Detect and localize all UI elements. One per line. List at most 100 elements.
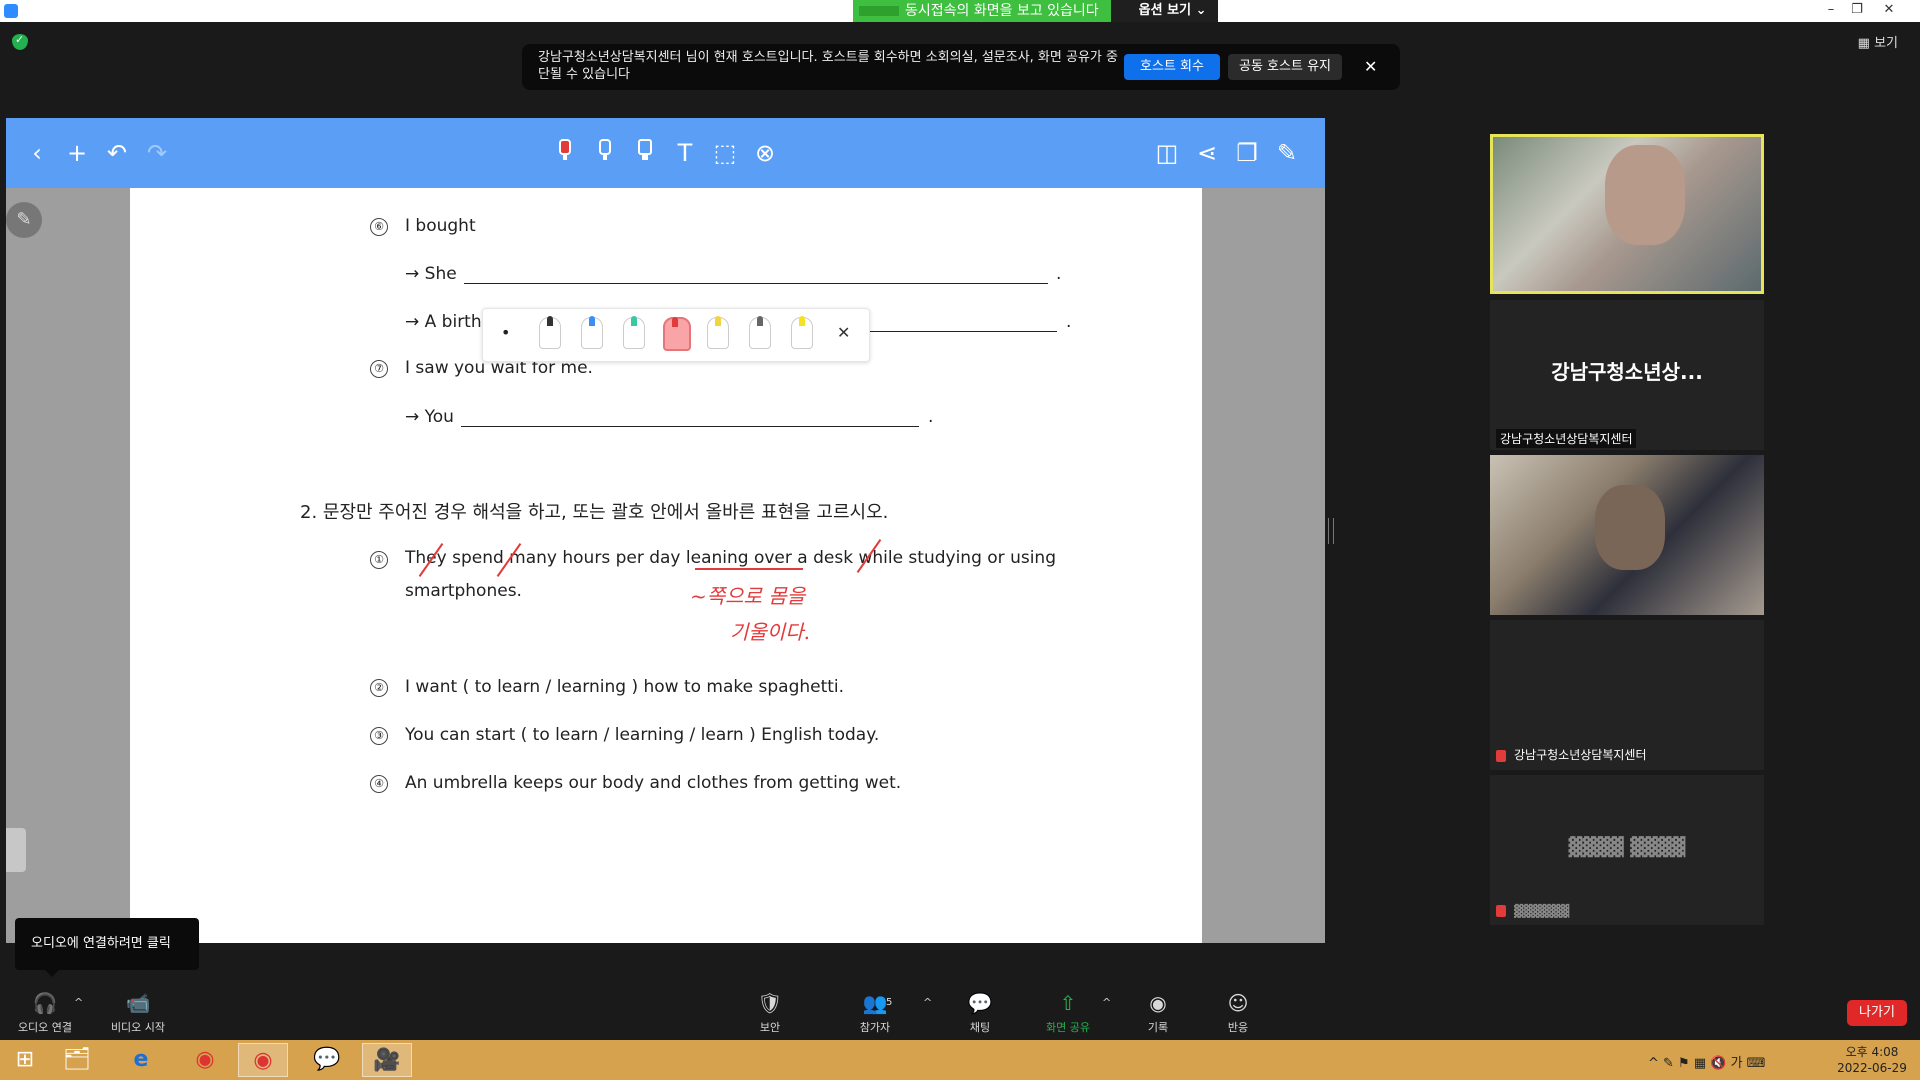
restore-icon[interactable]: ❐ (1844, 0, 1870, 22)
participants-label: 참가자 (859, 1021, 891, 1034)
copy-icon[interactable]: ❐ (1232, 138, 1262, 168)
participant-video (1490, 455, 1764, 615)
start-button[interactable]: ⊞ (0, 1043, 50, 1077)
annotation-underline (695, 568, 803, 570)
system-clock[interactable]: 오후 4:08 2022-06-29 (1832, 1044, 1912, 1076)
share-icon[interactable]: ⋖ (1192, 138, 1222, 168)
security-button[interactable]: 🛡 보안 (725, 990, 815, 1035)
security-label: 보안 (759, 1021, 781, 1034)
participants-count: 5 (886, 997, 893, 1008)
participant-label: 강남구청소년상담복지센터 (1496, 429, 1637, 448)
participant-face (1595, 485, 1665, 570)
reactions-button[interactable]: ☺ 반응 (1193, 990, 1283, 1035)
participants-options-caret[interactable]: ^ (923, 996, 932, 1009)
share-options-caret[interactable]: ^ (1102, 996, 1111, 1009)
participant-tile[interactable]: 강남구청소년상... 강남구청소년상담복지센터 (1490, 300, 1764, 450)
question-text: I bought (405, 216, 476, 236)
question-number: ② (370, 679, 388, 697)
floating-pen-button[interactable]: ✎ (6, 188, 46, 238)
participant-tile[interactable] (1490, 455, 1764, 615)
share-screen-icon: ⇧ (1059, 991, 1077, 1015)
system-tray[interactable]: ^ ✎ ⚑ ▦ 🔇 가 ⌨ (1648, 1052, 1765, 1071)
question-text-cont: smartphones. (405, 581, 522, 601)
shared-screen: ‹ + ↶ ↷ T ⬚ ⊗ ◫ ⋖ ❐ ✎ ✎ ⑥ I bought → She… (6, 118, 1325, 943)
pen-color-yellow[interactable] (707, 316, 729, 349)
minimize-icon[interactable]: – (1818, 0, 1844, 22)
host-notice-bar: 강남구청소년상담복지센터 님이 현재 호스트입니다. 호스트를 회수하면 소회의… (522, 44, 1400, 90)
record-button[interactable]: ◉ 기록 (1113, 990, 1203, 1035)
pen-color-blue[interactable] (581, 316, 603, 349)
close-icon[interactable]: ✕ (1364, 54, 1377, 80)
reclaim-host-button[interactable]: 호스트 회수 (1124, 54, 1220, 80)
emoji-icon: ☺ (1227, 991, 1249, 1015)
participants-icon: 👥 5 (862, 991, 893, 1015)
eraser-tool-icon[interactable]: ⊗ (750, 138, 780, 168)
participant-label: ▓▓▓▓▓▓ (1514, 904, 1570, 918)
close-window-icon[interactable]: ✕ (1876, 0, 1902, 22)
security-shield-icon[interactable] (12, 33, 28, 50)
back-icon[interactable]: ‹ (22, 138, 52, 168)
participant-video (1493, 137, 1761, 291)
pen-color-red-selected[interactable] (663, 317, 691, 351)
participant-display-name: 강남구청소년상... (1551, 360, 1703, 384)
view-button[interactable]: ▦ 보기 (1858, 32, 1898, 51)
undo-icon[interactable]: ↶ (102, 138, 132, 168)
internet-explorer-icon[interactable]: e (116, 1043, 166, 1077)
marker-tool-icon[interactable] (590, 138, 620, 168)
pen-color-gray[interactable] (749, 316, 771, 349)
leave-button[interactable]: 나가기 (1847, 1000, 1907, 1026)
participants-button[interactable]: 👥 5 참가자 (830, 990, 920, 1035)
keep-cohost-button[interactable]: 공동 호스트 유지 (1228, 54, 1342, 80)
mic-muted-icon (1496, 905, 1506, 917)
question-number: ③ (370, 727, 388, 745)
period: . (1056, 264, 1062, 284)
highlighter-tool-icon[interactable] (630, 138, 660, 168)
redo-icon[interactable]: ↷ (142, 138, 172, 168)
answer-prompt: → She (405, 264, 457, 284)
share-screen-button[interactable]: ⇧ 화면 공유 (1023, 990, 1113, 1035)
share-label: 화면 공유 (1046, 1021, 1090, 1034)
pen-tool-icon[interactable] (550, 138, 580, 168)
question-number: ⑥ (370, 218, 388, 236)
audio-connect-tooltip[interactable]: 오디오에 연결하려면 클릭 (15, 918, 199, 977)
select-tool-icon[interactable]: ⬚ (710, 138, 740, 168)
participant-tile[interactable]: 강남구청소년상담복지센터 (1490, 620, 1764, 770)
pen-color-green[interactable] (623, 316, 645, 349)
chrome-icon[interactable]: ◉ (238, 1043, 288, 1077)
question-number: ① (370, 551, 388, 569)
shapes-icon[interactable]: ◫ (1152, 138, 1182, 168)
pen-color-bright-yellow[interactable] (791, 316, 813, 349)
close-palette-icon[interactable]: ✕ (837, 323, 850, 342)
zoom-app-icon (4, 4, 18, 18)
reactions-label: 반응 (1227, 1021, 1249, 1034)
view-label: 보기 (1874, 36, 1898, 51)
audio-options-caret[interactable]: ^ (74, 996, 83, 1009)
participant-tile-active-speaker[interactable] (1490, 134, 1764, 294)
chat-bubble-icon: 💬 (967, 991, 993, 1015)
edit-settings-icon[interactable]: ✎ (1272, 138, 1302, 168)
chat-button[interactable]: 💬 채팅 (935, 990, 1025, 1035)
pen-color-black[interactable] (539, 316, 561, 349)
participant-tile[interactable]: ▓▓▓▓ ▓▓▓▓ ▓▓▓▓▓▓ (1490, 775, 1764, 925)
question-text: I want ( to learn / learning ) how to ma… (405, 677, 845, 697)
panel-resize-handle[interactable] (1328, 518, 1334, 544)
side-panel-toggle[interactable] (6, 828, 26, 872)
question-number: ④ (370, 775, 388, 793)
participant-display-name: ▓▓▓▓ ▓▓▓▓ (1568, 837, 1686, 858)
viewing-share-banner: 동시접속의 화면을 보고 있습니다 옵션 보기 ⌄ (853, 0, 1219, 22)
start-video-button[interactable]: 📹 비디오 시작 (93, 990, 183, 1035)
participant-label: 강남구청소년상담복지센터 (1514, 748, 1647, 762)
text-tool-icon[interactable]: T (670, 138, 700, 168)
messenger-icon[interactable]: 💬 (302, 1043, 352, 1077)
zoom-taskbar-icon[interactable]: 🎥 (362, 1043, 412, 1077)
chrome-icon[interactable]: ◉ (180, 1043, 230, 1077)
handwritten-note: 기울이다. (730, 620, 810, 644)
share-banner-status: 동시접속의 화면을 보고 있습니다 (853, 0, 1111, 22)
host-notice-message: 강남구청소년상담복지센터 님이 현재 호스트입니다. 호스트를 회수하면 소회의… (538, 50, 1118, 82)
signal-icon (859, 6, 899, 16)
view-options-button[interactable]: 옵션 보기 ⌄ (1110, 0, 1219, 22)
mic-muted-icon (1496, 750, 1506, 762)
pen-size-dot[interactable]: • (501, 323, 510, 342)
add-icon[interactable]: + (62, 138, 92, 168)
file-explorer-icon[interactable]: 🗂 (52, 1043, 102, 1077)
